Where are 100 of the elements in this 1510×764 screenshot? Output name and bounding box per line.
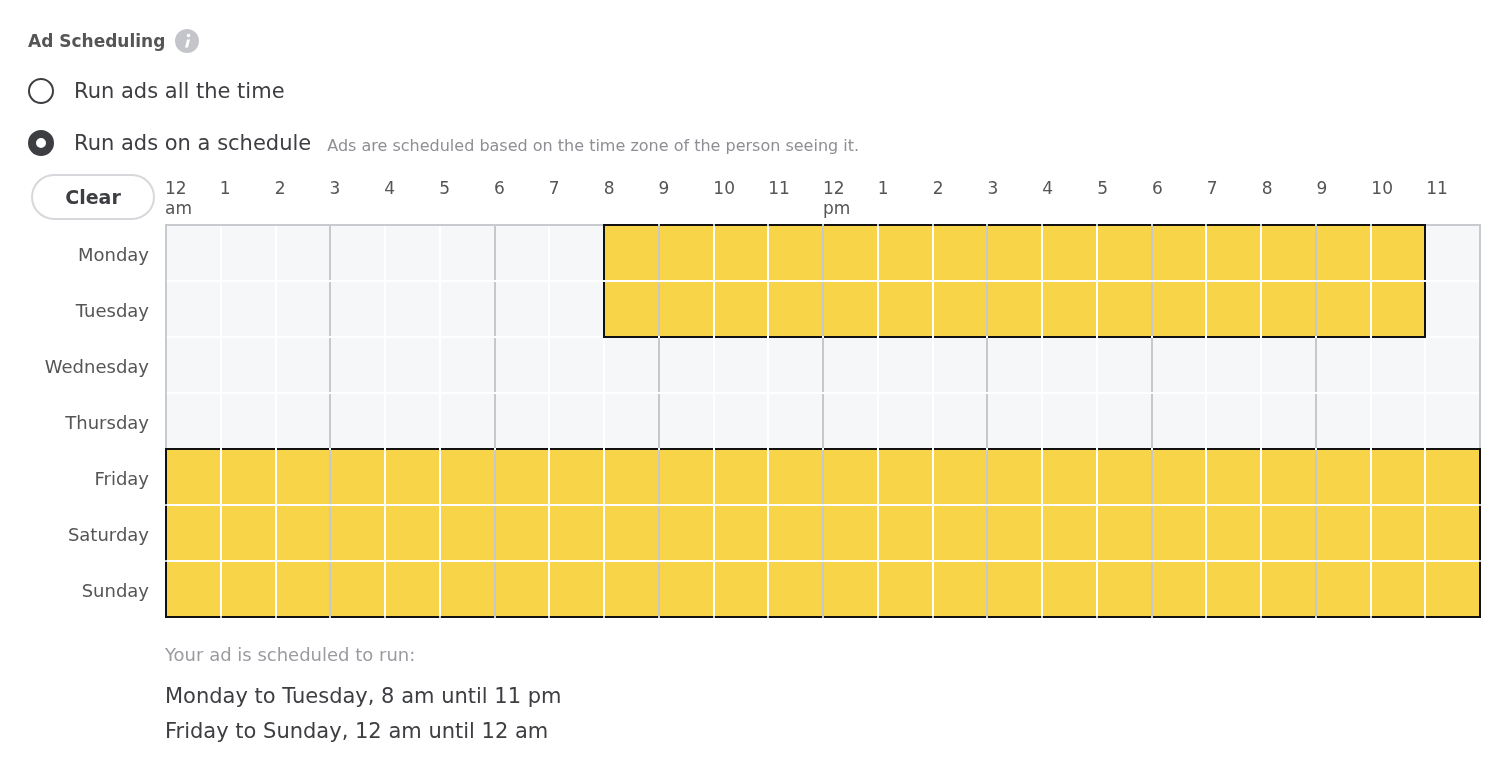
time-slot[interactable]: [1097, 506, 1151, 560]
time-slot[interactable]: [714, 394, 768, 448]
time-slot[interactable]: [440, 506, 494, 560]
time-slot[interactable]: [988, 394, 1041, 448]
time-slot[interactable]: [386, 226, 439, 280]
time-slot[interactable]: [659, 562, 713, 616]
time-slot[interactable]: [659, 282, 713, 336]
time-slot[interactable]: [276, 562, 330, 616]
time-slot[interactable]: [824, 562, 877, 616]
time-slot[interactable]: [495, 338, 549, 392]
time-slot[interactable]: [1097, 450, 1151, 504]
time-slot[interactable]: [1371, 394, 1425, 448]
time-slot[interactable]: [1262, 394, 1315, 448]
time-slot[interactable]: [1262, 282, 1315, 336]
time-slot[interactable]: [1316, 282, 1370, 336]
time-slot[interactable]: [386, 506, 439, 560]
time-slot[interactable]: [714, 338, 768, 392]
time-slot[interactable]: [659, 226, 713, 280]
time-slot[interactable]: [440, 226, 494, 280]
time-slot[interactable]: [167, 338, 220, 392]
time-slot[interactable]: [824, 450, 877, 504]
time-slot[interactable]: [440, 562, 494, 616]
time-slot[interactable]: [714, 562, 768, 616]
time-slot[interactable]: [933, 338, 987, 392]
time-slot[interactable]: [878, 450, 932, 504]
time-slot[interactable]: [988, 282, 1041, 336]
time-slot[interactable]: [1152, 282, 1206, 336]
time-slot[interactable]: [167, 562, 220, 616]
time-slot[interactable]: [933, 226, 987, 280]
time-slot[interactable]: [1097, 338, 1151, 392]
time-slot[interactable]: [1043, 562, 1096, 616]
time-slot[interactable]: [331, 450, 384, 504]
time-slot[interactable]: [878, 562, 932, 616]
time-slot[interactable]: [769, 338, 822, 392]
radio-button[interactable]: [28, 78, 54, 104]
time-slot[interactable]: [495, 562, 549, 616]
time-slot[interactable]: [824, 338, 877, 392]
time-slot[interactable]: [167, 282, 220, 336]
time-slot[interactable]: [605, 450, 658, 504]
time-slot[interactable]: [824, 282, 877, 336]
time-slot[interactable]: [769, 226, 822, 280]
time-slot[interactable]: [167, 450, 220, 504]
time-slot[interactable]: [495, 450, 549, 504]
time-slot[interactable]: [1207, 450, 1260, 504]
time-slot[interactable]: [276, 394, 330, 448]
time-slot[interactable]: [1426, 338, 1479, 392]
time-slot[interactable]: [769, 562, 822, 616]
time-slot[interactable]: [221, 394, 275, 448]
time-slot[interactable]: [714, 282, 768, 336]
time-slot[interactable]: [550, 282, 603, 336]
time-slot[interactable]: [659, 338, 713, 392]
time-slot[interactable]: [1262, 450, 1315, 504]
time-slot[interactable]: [167, 226, 220, 280]
time-slot[interactable]: [714, 226, 768, 280]
time-slot[interactable]: [1262, 338, 1315, 392]
time-slot[interactable]: [1097, 282, 1151, 336]
time-slot[interactable]: [1043, 394, 1096, 448]
time-slot[interactable]: [550, 506, 603, 560]
time-slot[interactable]: [933, 282, 987, 336]
time-slot[interactable]: [1316, 338, 1370, 392]
time-slot[interactable]: [1316, 450, 1370, 504]
time-slot[interactable]: [221, 506, 275, 560]
time-slot[interactable]: [1262, 562, 1315, 616]
time-slot[interactable]: [988, 506, 1041, 560]
time-slot[interactable]: [331, 338, 384, 392]
time-slot[interactable]: [1152, 562, 1206, 616]
time-slot[interactable]: [824, 394, 877, 448]
time-slot[interactable]: [1371, 282, 1425, 336]
time-slot[interactable]: [1371, 450, 1425, 504]
time-slot[interactable]: [1152, 450, 1206, 504]
time-slot[interactable]: [878, 226, 932, 280]
time-slot[interactable]: [550, 450, 603, 504]
time-slot[interactable]: [769, 506, 822, 560]
time-slot[interactable]: [440, 338, 494, 392]
time-slot[interactable]: [1152, 506, 1206, 560]
time-slot[interactable]: [495, 506, 549, 560]
info-icon[interactable]: [175, 29, 200, 53]
time-slot[interactable]: [1207, 562, 1260, 616]
time-slot[interactable]: [1371, 562, 1425, 616]
time-slot[interactable]: [276, 506, 330, 560]
time-slot[interactable]: [605, 226, 658, 280]
time-slot[interactable]: [933, 506, 987, 560]
time-slot[interactable]: [659, 450, 713, 504]
time-slot[interactable]: [221, 226, 275, 280]
time-slot[interactable]: [878, 282, 932, 336]
time-slot[interactable]: [550, 562, 603, 616]
time-slot[interactable]: [1262, 506, 1315, 560]
time-slot[interactable]: [440, 282, 494, 336]
time-slot[interactable]: [386, 450, 439, 504]
time-slot[interactable]: [1207, 394, 1260, 448]
time-slot[interactable]: [331, 282, 384, 336]
time-slot[interactable]: [1043, 226, 1096, 280]
time-slot[interactable]: [769, 282, 822, 336]
time-slot[interactable]: [878, 338, 932, 392]
time-slot[interactable]: [1207, 282, 1260, 336]
time-slot[interactable]: [659, 506, 713, 560]
time-slot[interactable]: [167, 506, 220, 560]
time-slot[interactable]: [933, 450, 987, 504]
time-slot[interactable]: [878, 394, 932, 448]
time-slot[interactable]: [1426, 450, 1479, 504]
